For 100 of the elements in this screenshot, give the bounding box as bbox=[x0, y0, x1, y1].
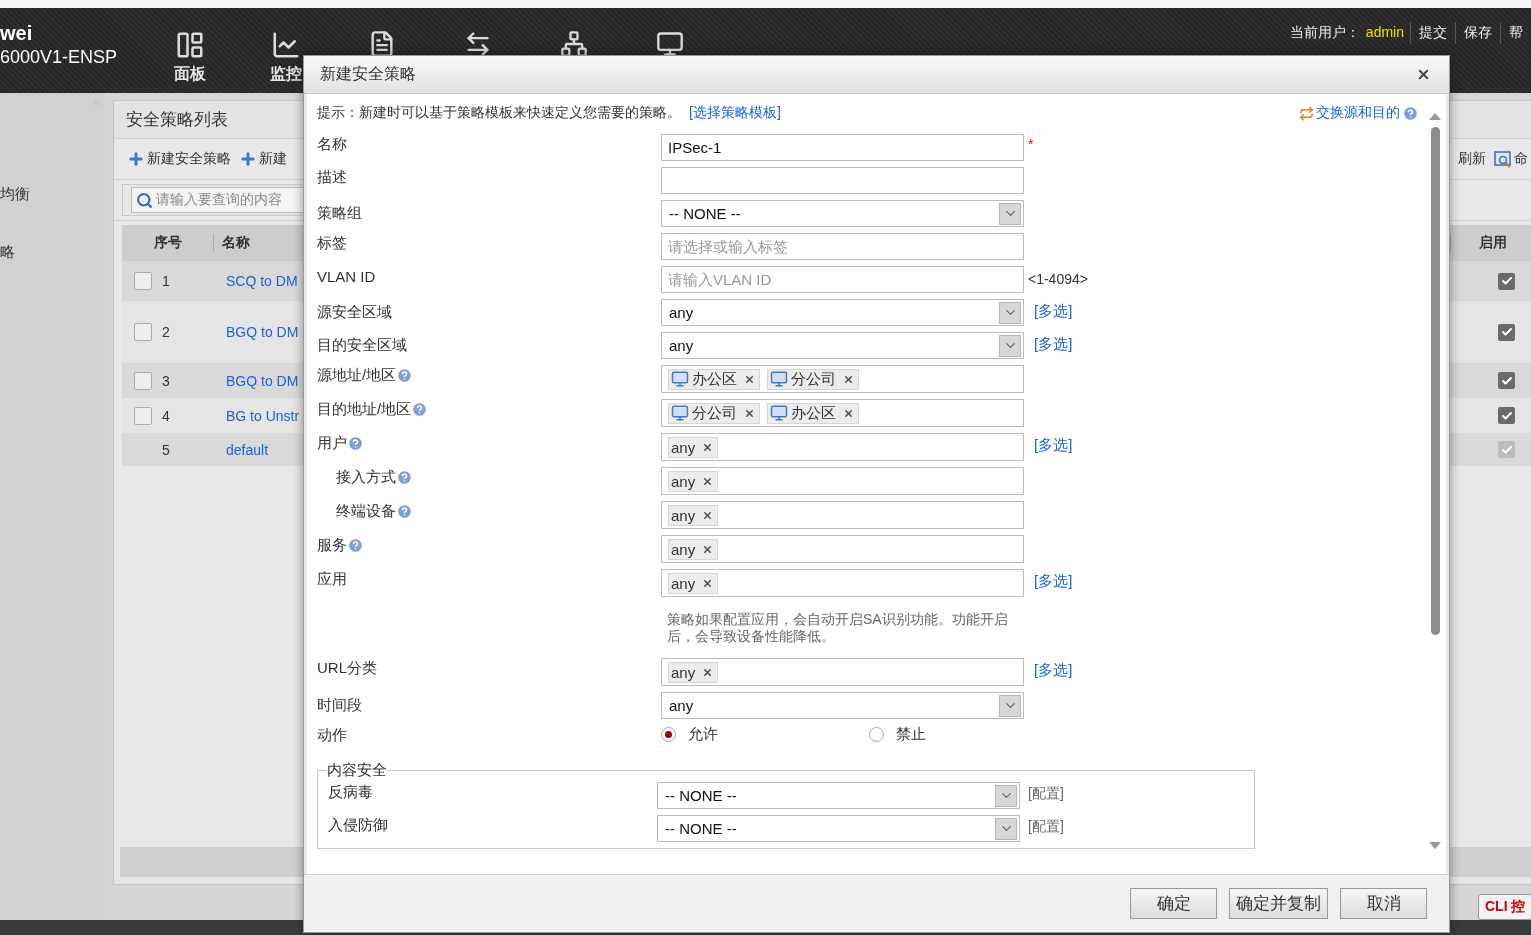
sidebar-item[interactable]: 略 bbox=[0, 243, 15, 262]
search-window-icon bbox=[1494, 150, 1512, 168]
multi-select-link[interactable]: [多选] bbox=[1034, 302, 1073, 321]
remove-icon[interactable] bbox=[843, 407, 854, 419]
config-link[interactable]: [配置] bbox=[1028, 785, 1064, 803]
field-label: URL分类 bbox=[317, 658, 377, 678]
text-field[interactable]: IPSec-1 bbox=[661, 134, 1024, 161]
dropdown[interactable]: -- NONE -- bbox=[657, 815, 1020, 842]
network-icon[interactable] bbox=[560, 30, 588, 58]
tag[interactable]: 办公区 bbox=[668, 368, 760, 390]
row-checkbox[interactable] bbox=[134, 272, 152, 290]
dropdown[interactable]: any bbox=[661, 299, 1024, 326]
multi-select-link[interactable]: [多选] bbox=[1034, 572, 1073, 591]
dialog-button[interactable]: 取消 bbox=[1340, 888, 1427, 919]
nav-tab[interactable]: 监控 bbox=[270, 64, 302, 85]
help-icon[interactable] bbox=[411, 400, 429, 418]
help-icon[interactable] bbox=[347, 434, 364, 452]
dropdown[interactable]: any bbox=[661, 692, 1024, 719]
policy-link[interactable]: SCQ to DM bbox=[226, 273, 298, 289]
tag[interactable]: any bbox=[668, 572, 719, 594]
tag-field[interactable]: any bbox=[661, 658, 1024, 686]
tag[interactable]: 分公司 bbox=[668, 402, 760, 424]
tag-field[interactable]: 办公区 分公司 bbox=[661, 365, 1024, 393]
config-link[interactable]: [配置] bbox=[1028, 818, 1064, 836]
monitor-icon bbox=[671, 370, 689, 388]
radio-button[interactable] bbox=[661, 727, 676, 742]
dropdown[interactable]: -- NONE -- bbox=[661, 200, 1024, 227]
policy-link[interactable]: default bbox=[226, 441, 269, 458]
remove-icon[interactable] bbox=[702, 577, 714, 589]
help-icon[interactable] bbox=[396, 366, 414, 384]
toolbar-button[interactable]: 命 bbox=[1494, 150, 1528, 168]
tag[interactable]: any bbox=[668, 504, 719, 526]
nav-tab[interactable]: 面板 bbox=[174, 64, 206, 85]
tag-field[interactable]: any bbox=[661, 433, 1024, 461]
remove-icon[interactable] bbox=[702, 543, 714, 555]
chart-icon[interactable] bbox=[271, 30, 301, 60]
field-label: 源地址/地区 bbox=[317, 365, 397, 385]
multi-select-link[interactable]: [多选] bbox=[1034, 335, 1073, 354]
toolbar-button[interactable]: 新建安全策略 bbox=[127, 150, 231, 168]
radio-button[interactable] bbox=[869, 727, 884, 742]
multi-select-link[interactable]: [多选] bbox=[1034, 661, 1073, 680]
header-link[interactable]: 帮 bbox=[1500, 22, 1531, 44]
remove-icon[interactable] bbox=[843, 373, 854, 385]
header-link[interactable]: 提交 bbox=[1410, 22, 1455, 44]
help-icon[interactable] bbox=[347, 536, 364, 554]
dialog-button[interactable]: 确定 bbox=[1130, 888, 1217, 919]
close-icon[interactable] bbox=[1416, 67, 1431, 82]
help-icon[interactable] bbox=[396, 468, 413, 486]
toolbar-button[interactable]: 刷新 bbox=[1458, 150, 1486, 168]
enable-checkbox[interactable] bbox=[1498, 323, 1515, 341]
row-checkbox[interactable] bbox=[134, 323, 152, 341]
cli-button[interactable]: CLI 控 bbox=[1478, 894, 1531, 920]
template-link[interactable]: [选择策略模板] bbox=[689, 104, 781, 120]
tag[interactable]: any bbox=[668, 470, 719, 492]
tag[interactable]: any bbox=[668, 436, 719, 458]
tag[interactable]: any bbox=[668, 538, 719, 560]
text-field[interactable]: 请选择或输入标签 bbox=[661, 233, 1024, 260]
remove-icon[interactable] bbox=[702, 441, 714, 453]
remove-icon[interactable] bbox=[702, 666, 714, 678]
field-label: 反病毒 bbox=[328, 782, 373, 802]
sidebar-item[interactable]: 均衡 bbox=[0, 185, 30, 204]
enable-checkbox[interactable] bbox=[1498, 407, 1515, 424]
toolbar-button[interactable]: 新建 bbox=[239, 150, 287, 168]
tag-field[interactable]: any bbox=[661, 467, 1024, 495]
swap-link[interactable]: 交换源和目的 bbox=[1316, 104, 1400, 122]
text-field[interactable]: 请输入VLAN ID bbox=[661, 266, 1024, 293]
multi-select-link[interactable]: [多选] bbox=[1034, 436, 1073, 455]
tag-field[interactable]: any bbox=[661, 569, 1024, 597]
remove-icon[interactable] bbox=[744, 407, 755, 419]
policy-link[interactable]: BG to Unstr bbox=[226, 407, 300, 424]
help-icon[interactable] bbox=[396, 502, 413, 520]
enable-checkbox[interactable] bbox=[1498, 272, 1515, 290]
remove-icon[interactable] bbox=[702, 475, 714, 487]
dialog-button[interactable]: 确定并复制 bbox=[1229, 888, 1328, 919]
row-checkbox[interactable] bbox=[134, 406, 152, 425]
remove-icon[interactable] bbox=[744, 373, 755, 385]
dropdown[interactable]: any bbox=[661, 332, 1024, 359]
header-link[interactable]: 保存 bbox=[1455, 22, 1500, 44]
field-label: 动作 bbox=[317, 725, 347, 745]
tag[interactable]: 办公区 bbox=[767, 402, 859, 424]
panels-icon[interactable] bbox=[175, 30, 205, 60]
policy-link[interactable]: BGQ to DM bbox=[226, 324, 299, 340]
field-label: 名称 bbox=[317, 134, 347, 154]
help-icon[interactable] bbox=[1402, 104, 1419, 122]
policy-link[interactable]: BGQ to DM bbox=[226, 372, 299, 389]
text-field[interactable] bbox=[661, 167, 1024, 194]
tag[interactable]: 分公司 bbox=[767, 368, 859, 390]
dialog-title: 新建安全策略 bbox=[320, 64, 416, 84]
tag-field[interactable]: any bbox=[661, 501, 1024, 529]
remove-icon[interactable] bbox=[702, 509, 714, 521]
tag-field[interactable]: any bbox=[661, 535, 1024, 563]
enable-checkbox[interactable] bbox=[1498, 372, 1515, 389]
tag-field[interactable]: 分公司 办公区 bbox=[661, 399, 1024, 427]
tag[interactable]: any bbox=[668, 661, 719, 683]
row-checkbox[interactable] bbox=[134, 371, 152, 390]
monitor-icon bbox=[770, 370, 788, 388]
radio-label: 禁止 bbox=[896, 725, 926, 744]
checkmark-icon bbox=[1500, 374, 1513, 387]
monitor-icon[interactable] bbox=[656, 30, 684, 58]
dropdown[interactable]: -- NONE -- bbox=[657, 782, 1020, 809]
